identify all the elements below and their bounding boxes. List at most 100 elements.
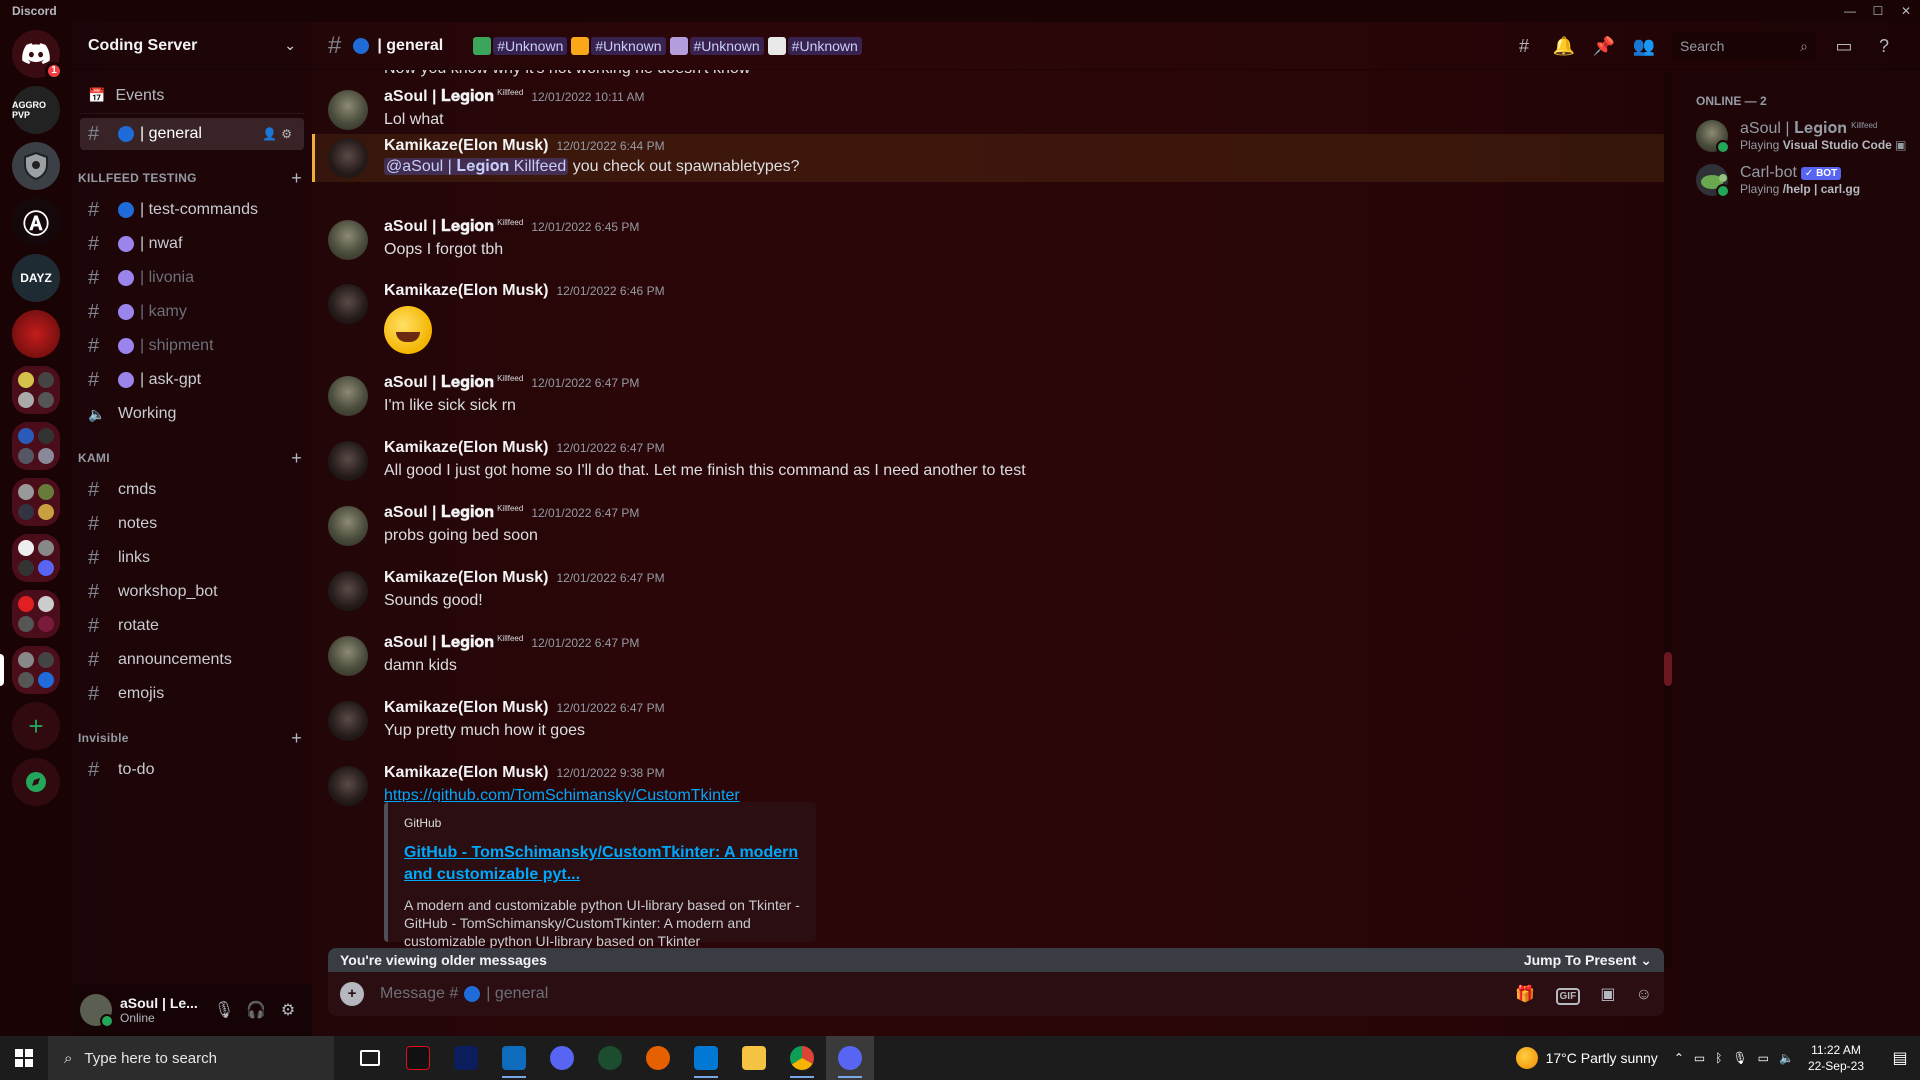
server-icon[interactable]: Ⓐ [12, 198, 60, 246]
channel-shipment[interactable]: # | shipment [80, 330, 304, 362]
server-folder[interactable] [12, 590, 60, 638]
avatar[interactable] [80, 994, 114, 1028]
pin-icon[interactable]: 📌 [1584, 36, 1624, 57]
bluetooth-icon[interactable]: ᛒ [1715, 1051, 1722, 1065]
message-author[interactable]: Kamikaze(Elon Musk) [384, 282, 548, 300]
channel-nwaf[interactable]: # | nwaf [80, 228, 304, 260]
upload-plus-icon[interactable]: + [340, 982, 364, 1006]
message-composer[interactable]: + Message # | general 🎁 GIF ▣ ☺ [328, 972, 1664, 1016]
message-author[interactable]: Kamikaze(Elon Musk) [384, 569, 548, 587]
server-folder[interactable] [12, 534, 60, 582]
channel-test-commands[interactable]: # | test-commands [80, 194, 304, 226]
firefox-icon[interactable] [634, 1036, 682, 1080]
sticker-icon[interactable]: ▣ [1600, 986, 1615, 1003]
user-mention[interactable]: @aSoul | 𝐋𝐞𝐠𝐢𝐨𝐧 Killfeed [384, 158, 569, 175]
channel-livonia[interactable]: # | livonia [80, 262, 304, 294]
embed-title[interactable]: GitHub - TomSchimansky/CustomTkinter: A … [404, 842, 800, 886]
message-highlighted[interactable]: Kamikaze(Elon Musk) 12/01/2022 6:44 PM @a… [312, 134, 1664, 182]
explore-servers-button[interactable] [12, 758, 60, 806]
server-folder[interactable] [12, 478, 60, 526]
add-server-button[interactable]: + [12, 702, 60, 750]
task-view-icon[interactable] [346, 1036, 394, 1080]
message[interactable]: aSoul | 𝐋𝐞𝐠𝐢𝐨𝐧 Killfeed 12/01/2022 10:11 A… [312, 82, 1664, 142]
channel-to-do[interactable]: # to-do [80, 754, 304, 786]
display-icon[interactable]: ▭ [1758, 1051, 1769, 1065]
category-invisible[interactable]: Invisible + [72, 724, 312, 752]
channel-rotate[interactable]: # rotate [80, 610, 304, 642]
microphone-icon[interactable]: 🎙 [208, 1000, 240, 1020]
message[interactable]: aSoul | 𝐋𝐞𝐠𝐢𝐨𝐧 Killfeed 12/01/2022 6:47 PM… [312, 368, 1664, 428]
create-channel-button[interactable]: + [291, 728, 302, 749]
voice-channel-working[interactable]: 🔈 Working [80, 398, 304, 430]
server-icon[interactable]: AGGRO PVP [12, 86, 60, 134]
close-button[interactable]: ✕ [1892, 0, 1920, 22]
help-icon[interactable]: ? [1864, 36, 1904, 57]
threads-icon[interactable]: # [1504, 36, 1544, 57]
channel-workshop-bot[interactable]: # workshop_bot [80, 576, 304, 608]
search-input[interactable]: Search ⌕ [1672, 32, 1816, 60]
server-icon[interactable] [12, 310, 60, 358]
embed-provider[interactable]: GitHub [404, 816, 800, 830]
gift-icon[interactable]: 🎁 [1515, 986, 1535, 1003]
message-author[interactable]: aSoul | 𝐋𝐞𝐠𝐢𝐨𝐧 [384, 634, 494, 652]
inbox-icon[interactable]: ▭ [1824, 36, 1864, 57]
message[interactable]: Kamikaze(Elon Musk) 12/01/2022 9:38 PM ht… [312, 758, 1664, 950]
message-author[interactable]: Kamikaze(Elon Musk) [384, 699, 548, 717]
discord-app-icon[interactable] [538, 1036, 586, 1080]
channel-actions[interactable]: 👤⚙ [262, 127, 296, 141]
create-channel-button[interactable]: + [291, 168, 302, 189]
file-explorer-icon[interactable] [730, 1036, 778, 1080]
scrollbar-thumb[interactable] [1664, 652, 1672, 686]
channel-links[interactable]: # links [80, 542, 304, 574]
message-author[interactable]: aSoul | 𝐋𝐞𝐠𝐢𝐨𝐧 [384, 374, 494, 392]
windows-start-icon[interactable] [0, 1036, 48, 1080]
bell-icon[interactable]: 🔔 [1544, 36, 1584, 57]
channel-announcements[interactable]: # announcements [80, 644, 304, 676]
maximize-button[interactable]: ☐ [1864, 0, 1892, 22]
avatar[interactable] [328, 701, 368, 741]
channel-kamy[interactable]: # | kamy [80, 296, 304, 328]
message-author[interactable]: Kamikaze(Elon Musk) [384, 439, 548, 457]
channel-ask-gpt[interactable]: # | ask-gpt [80, 364, 304, 396]
gear-icon[interactable]: ⚙ [272, 1000, 304, 1020]
discord-active-icon[interactable] [826, 1036, 874, 1080]
message[interactable]: Kamikaze(Elon Musk) 12/01/2022 6:47 PM Al… [312, 433, 1664, 493]
network-icon[interactable]: ▭ [1694, 1051, 1705, 1065]
avatar[interactable] [328, 571, 368, 611]
emoji-icon[interactable]: ☺ [1636, 986, 1652, 1003]
member-item[interactable]: aSoul | 𝐋𝐞𝐠𝐢𝐨𝐧 Killfeed Playing Visual St… [1696, 114, 1912, 158]
user-info[interactable]: aSoul | Le... Online [120, 995, 208, 1025]
message-author[interactable]: aSoul | 𝐋𝐞𝐠𝐢𝐨𝐧 [384, 88, 494, 106]
server-folder[interactable] [12, 422, 60, 470]
netflix-icon[interactable] [394, 1036, 442, 1080]
message[interactable]: aSoul | 𝐋𝐞𝐠𝐢𝐨𝐧 Killfeed 12/01/2022 6:47 PM… [312, 498, 1664, 558]
server-folder-active[interactable] [0, 646, 60, 694]
avatar[interactable] [328, 636, 368, 676]
weather-widget[interactable]: 17°C Partly sunny [1515, 1047, 1658, 1069]
outlook-icon[interactable] [490, 1036, 538, 1080]
notification-icon[interactable]: ▤ [1880, 1048, 1920, 1068]
category-kami[interactable]: KAMI + [72, 444, 312, 472]
headphones-icon[interactable]: 🎧 [240, 1000, 272, 1020]
microphone-icon[interactable]: 🎙 [1732, 1051, 1747, 1065]
volume-icon[interactable]: 🔈 [1779, 1051, 1794, 1065]
member-item[interactable]: Carl-bot ✓ BOT Playing /help | carl.gg [1696, 158, 1912, 202]
message[interactable]: Kamikaze(Elon Musk) 12/01/2022 6:47 PM So… [312, 563, 1664, 623]
message[interactable]: Kamikaze(Elon Musk) 12/01/2022 6:46 PM [312, 276, 1664, 360]
chrome-icon[interactable] [778, 1036, 826, 1080]
message-scrollbar[interactable] [1664, 72, 1672, 968]
server-icon[interactable]: DAYZ [12, 254, 60, 302]
vscode-icon[interactable] [682, 1036, 730, 1080]
events-item[interactable]: 📅 Events [80, 78, 304, 114]
avatar[interactable] [328, 90, 368, 130]
avatar[interactable] [328, 766, 368, 806]
channel-mention[interactable]: #Unknown [473, 36, 568, 55]
home-button[interactable]: 1 [12, 30, 63, 80]
disney-plus-icon[interactable] [442, 1036, 490, 1080]
channel-emojis[interactable]: # emojis [80, 678, 304, 710]
channel-general[interactable]: # | general 👤⚙ [80, 118, 304, 150]
message-author[interactable]: Kamikaze(Elon Musk) [384, 137, 548, 155]
create-channel-button[interactable]: + [291, 448, 302, 469]
channel-cmds[interactable]: # cmds [80, 474, 304, 506]
channel-notes[interactable]: # notes [80, 508, 304, 540]
